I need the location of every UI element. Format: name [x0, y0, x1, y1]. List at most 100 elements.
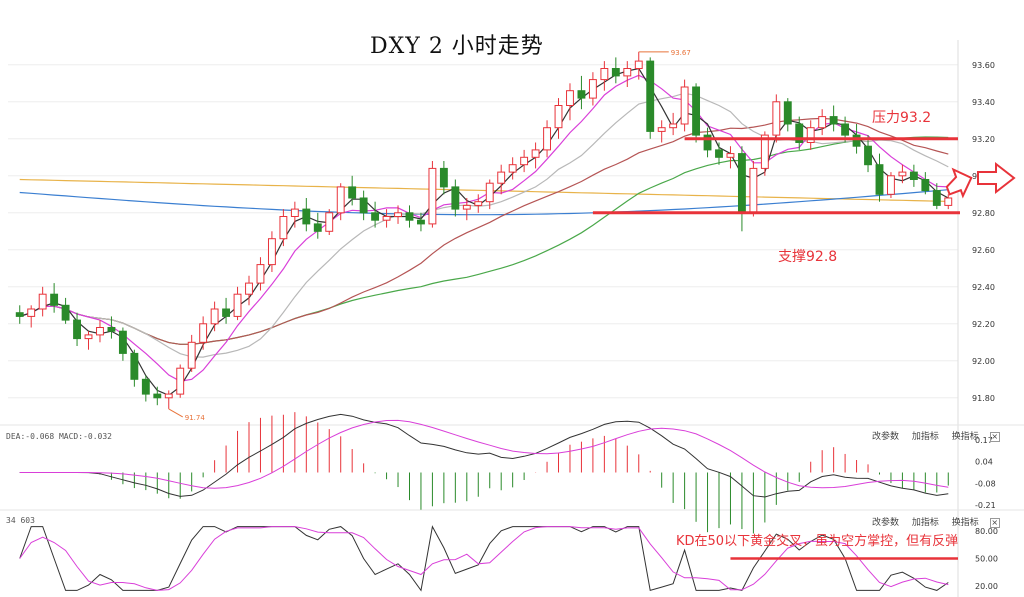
candle-down	[692, 86, 701, 136]
candle-up	[588, 79, 597, 99]
chart-title: DXY 2 小时走势	[370, 34, 544, 59]
candle-down	[348, 186, 357, 199]
candle-up	[887, 175, 895, 195]
candle-up	[164, 393, 173, 399]
kd-label: 34 603	[6, 516, 35, 525]
low-price-label: 91.74	[185, 414, 206, 422]
switch-indicator-button[interactable]: 换指标	[952, 432, 979, 442]
candle-down	[222, 308, 231, 317]
candle-down	[932, 190, 941, 206]
candle-up	[428, 167, 437, 225]
switch-indicator-button[interactable]: 换指标	[952, 518, 979, 528]
price-tick-label: 91.80	[972, 394, 995, 403]
candle-down	[737, 153, 746, 214]
candle-down	[577, 90, 586, 99]
change-params-button[interactable]: 改参数	[872, 432, 899, 442]
candle-up	[657, 127, 666, 132]
candle-up	[394, 212, 402, 218]
candle-down	[50, 293, 59, 306]
candle-up	[325, 212, 334, 232]
candle-up	[680, 86, 689, 125]
ma-blue-line	[19, 189, 949, 216]
candle-up	[474, 201, 483, 206]
candle-up	[382, 216, 391, 221]
candle-down	[73, 319, 81, 340]
kd-tick-label: 20.00	[975, 582, 998, 591]
price-tick-label: 93.20	[972, 135, 995, 144]
candle-up	[726, 153, 735, 158]
ma-orange-line	[19, 178, 949, 202]
candle-up	[566, 90, 574, 106]
price-tick-label: 93.40	[972, 98, 995, 107]
candle-down	[153, 393, 162, 399]
candle-up	[543, 127, 551, 151]
candle-up	[176, 367, 185, 395]
candle-up	[267, 238, 276, 266]
candle-down	[405, 212, 414, 221]
grid-lines	[0, 40, 1024, 597]
candle-up	[290, 208, 299, 218]
candle-down	[909, 171, 918, 181]
price-tick-label: 92.60	[972, 246, 995, 255]
candle-down	[451, 186, 460, 210]
low-marker-line	[168, 408, 184, 418]
candle-down	[875, 164, 884, 195]
candle-up	[623, 68, 632, 77]
price-tick-label: 92.40	[972, 283, 995, 292]
change-params-button[interactable]: 改参数	[872, 518, 899, 528]
candle-up	[38, 293, 47, 310]
moving-average-lines	[19, 67, 949, 396]
candle-up	[634, 60, 643, 69]
macd-toolbar: 改参数 加指标 换指标 ×	[862, 429, 1000, 442]
price-tick-label: 92.80	[972, 209, 995, 218]
add-indicator-button[interactable]: 加指标	[912, 432, 939, 442]
direction-arrows	[945, 161, 1016, 199]
candle-down	[107, 327, 116, 332]
candle-up	[554, 105, 563, 129]
candle-up	[508, 164, 517, 173]
candle-down	[359, 197, 368, 214]
arrow-up-right-icon	[945, 167, 973, 199]
candle-down	[371, 212, 380, 221]
candle-up	[256, 264, 265, 284]
add-indicator-button[interactable]: 加指标	[912, 518, 939, 528]
candlesticks: 93.67 91.74	[15, 49, 953, 422]
candle-up	[84, 334, 93, 340]
candle-up	[199, 323, 208, 343]
candle-down	[829, 116, 838, 125]
candle-up	[497, 171, 506, 184]
candle-up	[485, 182, 494, 203]
dea-line	[19, 419, 949, 489]
candle-up	[898, 171, 907, 177]
ma-pink-line	[19, 74, 949, 382]
arrow-right-icon	[977, 161, 1016, 195]
candle-down	[715, 149, 723, 158]
candle-up	[669, 123, 678, 129]
ma-black-line	[19, 67, 949, 396]
candle-up	[187, 341, 196, 369]
candle-down	[921, 179, 930, 192]
candle-up	[27, 308, 36, 317]
ma-brown-line	[19, 117, 949, 345]
resistance-label: 压力93.2	[872, 110, 932, 126]
candle-down	[852, 134, 861, 147]
dif-line	[19, 413, 949, 498]
close-icon[interactable]: ×	[989, 432, 1000, 442]
price-tick-label: 92.20	[972, 320, 995, 329]
candle-up	[749, 167, 758, 214]
candle-down	[646, 60, 655, 132]
candle-up	[462, 204, 471, 210]
close-icon[interactable]: ×	[989, 518, 1000, 528]
candle-up	[96, 327, 104, 336]
chart-canvas: 93.6791.74 93.6093.4093.2093.0092.8092.6…	[0, 40, 1024, 597]
kd-tick-label: 50.00	[975, 555, 998, 564]
candle-down	[313, 223, 322, 232]
macd-tick-label: -0.08	[975, 479, 996, 488]
candle-down	[841, 123, 850, 136]
kd-tick-label: 80.00	[975, 527, 998, 536]
candle-down	[141, 378, 150, 395]
candle-up	[944, 197, 953, 206]
candle-up	[520, 156, 529, 166]
candle-up	[772, 101, 781, 136]
candle-down	[302, 208, 311, 225]
